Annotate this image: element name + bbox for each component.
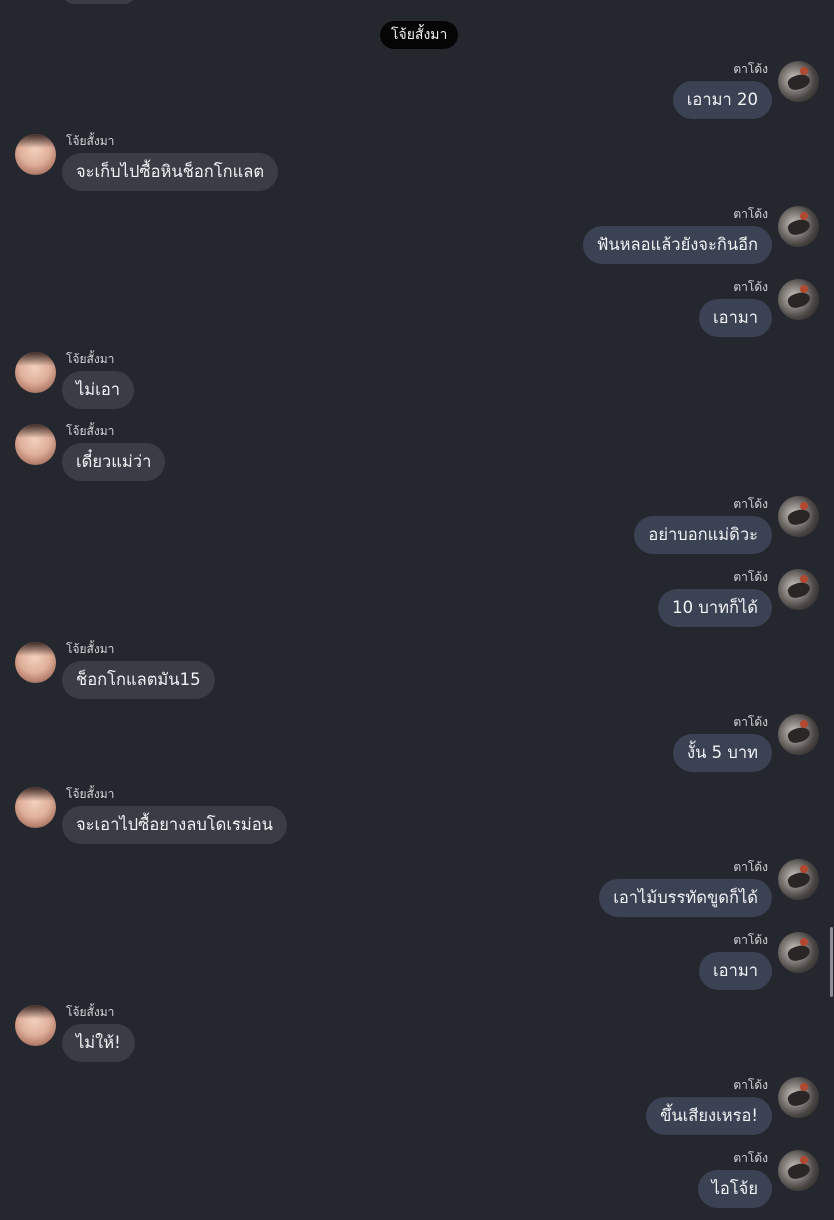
sender-name: โจ้ยสั้งมา (66, 787, 115, 801)
message-bubble[interactable]: ช็อกโกแลตมัน15 (62, 661, 215, 699)
message-bubble[interactable]: ฟันหลอแล้วยังจะกินอีก (582, 226, 772, 264)
message-row: โจ้ยสั้งมา ช็อกโกแลตมัน15 (0, 641, 834, 711)
sender-name: ตาโด้ง (733, 62, 768, 76)
avatar[interactable] (778, 206, 819, 247)
sender-name: ตาโด้ง (733, 715, 768, 729)
avatar[interactable] (15, 1005, 56, 1046)
message-bubble[interactable]: เอามา (699, 299, 772, 337)
message-row: ตาโด้ง 10 บาทก็ได้ (0, 569, 834, 639)
sender-name: โจ้ยสั้งมา (66, 642, 115, 656)
avatar[interactable] (778, 569, 819, 610)
avatar[interactable] (778, 932, 819, 973)
sender-name: โจ้ยสั้งมา (66, 1005, 115, 1019)
message-bubble[interactable]: จะเอาไปซื้อยางลบโดเรม่อน (62, 806, 287, 844)
avatar[interactable] (778, 279, 819, 320)
message-bubble[interactable]: งั้น 5 บาท (673, 734, 772, 772)
message-bubble[interactable]: เอามา 20 (672, 81, 772, 119)
avatar[interactable] (15, 424, 56, 465)
message-row: ตาโด้ง ไอโจ้ย (0, 1150, 834, 1220)
avatar[interactable] (15, 134, 56, 175)
sender-name: ตาโด้ง (733, 1151, 768, 1165)
avatar[interactable] (778, 1150, 819, 1191)
sender-name: โจ้ยสั้งมา (66, 352, 115, 366)
message-row: โจ้ยสั้งมา จะเอาไปซื้อยางลบโดเรม่อน (0, 786, 834, 856)
sender-name: ตาโด้ง (733, 570, 768, 584)
message-bubble[interactable]: 10 บาทก็ได้ (658, 589, 772, 627)
message-row: ตาโด้ง งั้น 5 บาท (0, 714, 834, 784)
avatar[interactable] (778, 1077, 819, 1118)
scrollbar-thumb[interactable] (830, 927, 833, 997)
message-row: โจ้ยสั้งมา ไม่ให้! (0, 1004, 834, 1074)
sender-name: ตาโด้ง (733, 1078, 768, 1092)
message-bubble[interactable]: อย่าบอกแม่ดิวะ (634, 516, 772, 554)
message-bubble[interactable]: เดี๋ยวแม่ว่า (62, 443, 166, 481)
sender-name: ตาโด้ง (733, 207, 768, 221)
message-row: โจ้ยสั้งมา เดี๋ยวแม่ว่า (0, 423, 834, 493)
avatar[interactable] (15, 787, 56, 828)
message-row: ตาโด้ง ขึ้นเสียงเหรอ! (0, 1077, 834, 1147)
sender-name: ตาโด้ง (733, 280, 768, 294)
message-row: ตาโด้ง เอามา (0, 279, 834, 349)
message-row: ตาโด้ง อย่าบอกแม่ดิวะ (0, 496, 834, 566)
avatar[interactable] (778, 496, 819, 537)
message-bubble[interactable]: ขึ้นเสียงเหรอ! (646, 1097, 772, 1135)
message-bubble[interactable]: ไม่เอา (62, 371, 134, 409)
previous-message-bubble (62, 0, 136, 4)
sender-name: ตาโด้ง (733, 860, 768, 874)
sender-name: ตาโด้ง (733, 497, 768, 511)
chat-thread[interactable]: โจ้ยสั้งมา ตาโด้ง เอามา 20 โจ้ยสั้งมา จะ… (0, 0, 834, 1208)
avatar[interactable] (778, 859, 819, 900)
message-bubble[interactable]: จะเก็บไปซื้อหินช็อกโกแลต (62, 153, 279, 191)
sender-name: โจ้ยสั้งมา (66, 424, 115, 438)
message-row: ตาโด้ง เอามา 20 (0, 61, 834, 131)
message-row: โจ้ยสั้งมา ไม่เอา (0, 351, 834, 421)
message-bubble[interactable]: เอาไม้บรรทัดขูดก็ได้ (599, 879, 772, 917)
sender-name: โจ้ยสั้งมา (66, 134, 115, 148)
message-bubble[interactable]: ไอโจ้ย (697, 1170, 772, 1208)
message-bubble[interactable]: ไม่ให้! (62, 1024, 135, 1062)
avatar[interactable] (778, 61, 819, 102)
avatar[interactable] (778, 714, 819, 755)
sender-name: ตาโด้ง (733, 933, 768, 947)
message-bubble[interactable]: เอามา (699, 952, 772, 990)
message-row: ตาโด้ง ฟันหลอแล้วยังจะกินอีก (0, 206, 834, 276)
message-row: ตาโด้ง เอาไม้บรรทัดขูดก็ได้ (0, 859, 834, 929)
avatar[interactable] (15, 642, 56, 683)
message-row: ตาโด้ง เอามา (0, 932, 834, 1002)
chat-name-pill: โจ้ยสั้งมา (380, 21, 459, 49)
avatar[interactable] (15, 352, 56, 393)
message-row: โจ้ยสั้งมา จะเก็บไปซื้อหินช็อกโกแลต (0, 133, 834, 203)
